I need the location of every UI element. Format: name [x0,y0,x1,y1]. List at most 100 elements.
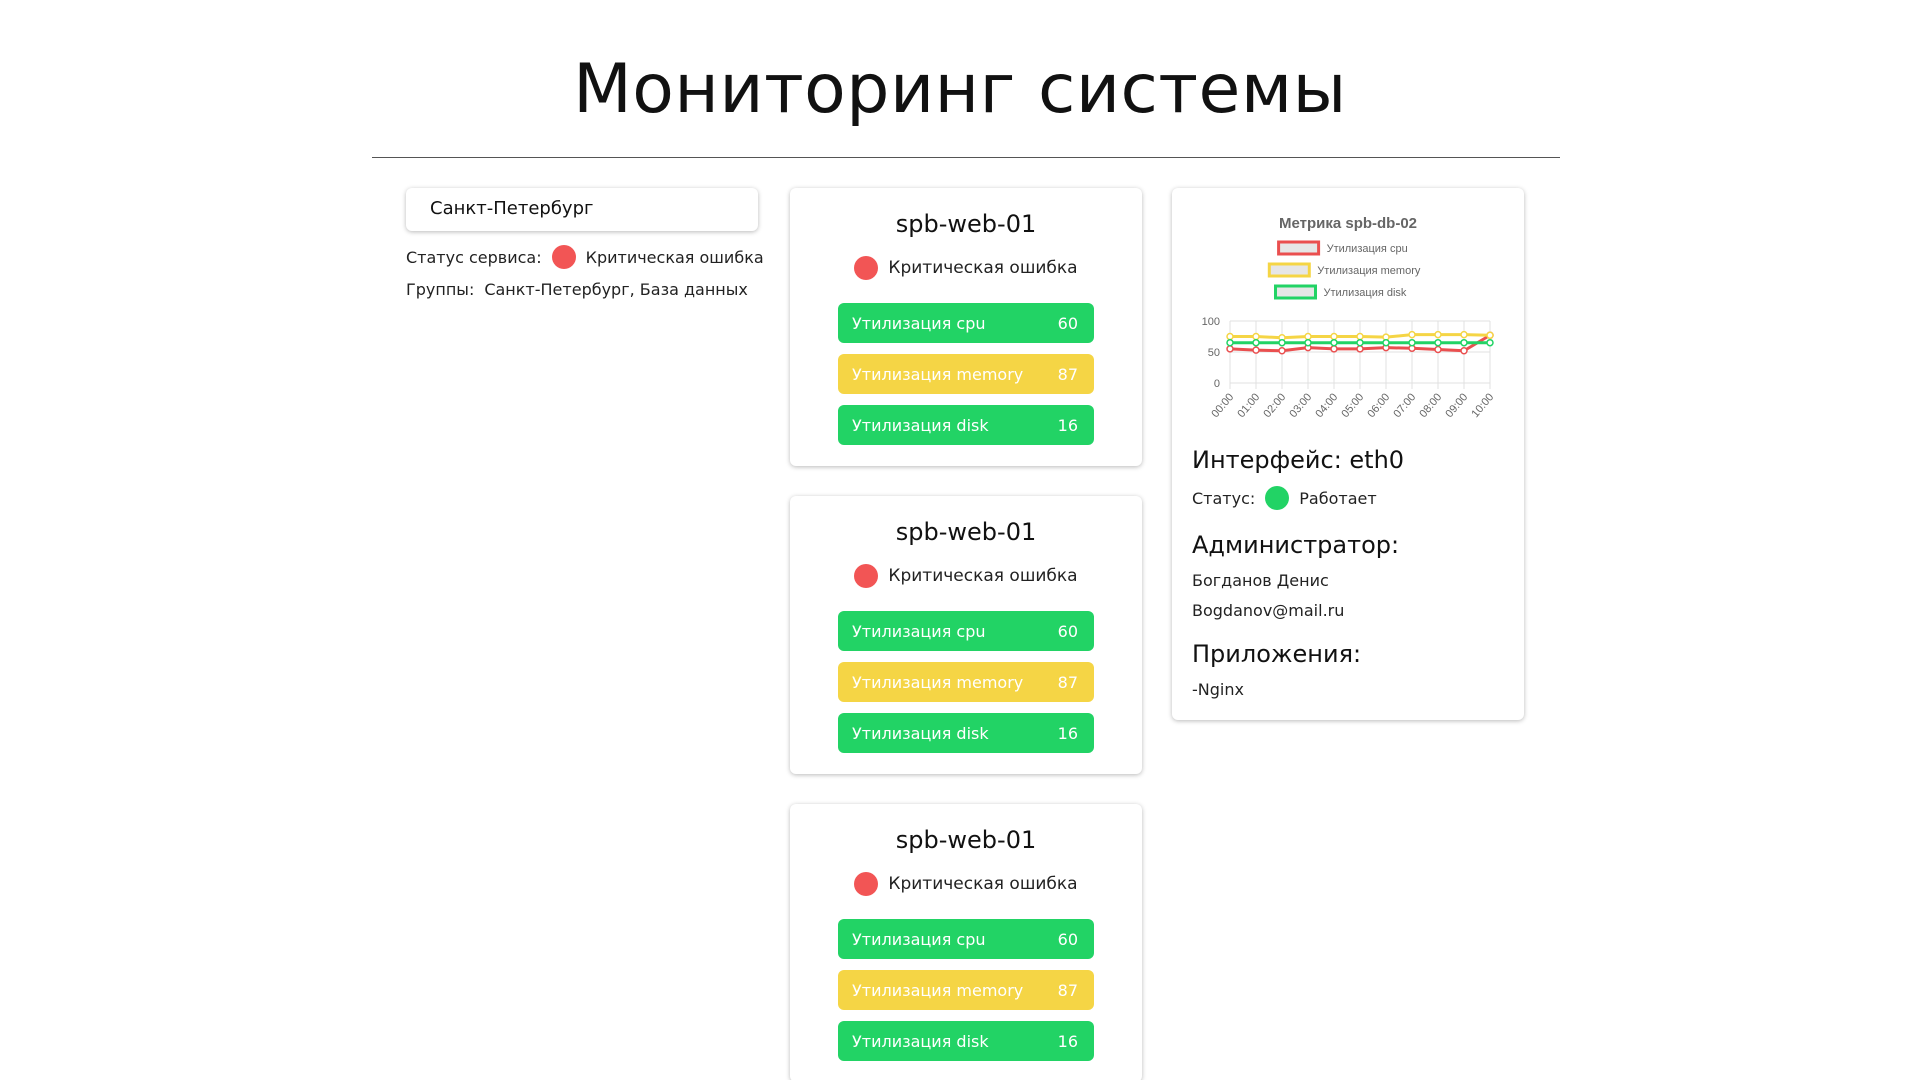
service-info: Статус сервиса: Критическая ошибка Групп… [406,244,764,308]
x-tick-label: 03:00 [1287,391,1314,420]
location-filter-input[interactable]: Санкт-Петербург [406,188,758,231]
data-point [1460,330,1468,339]
host-status-indicator [854,564,879,588]
data-point [1434,330,1442,339]
legend-swatch [1267,262,1311,278]
x-tick-label: 00:00 [1209,391,1236,420]
detail-card: Метрика spb-db-02 Утилизация cpu Утилизаци… [1172,188,1524,720]
host-status: Критическая ошибка [790,872,1142,896]
service-status-indicator [551,245,576,269]
y-tick-label: 50 [1208,347,1220,359]
data-point [1434,338,1442,347]
legend-swatch [1277,240,1321,256]
data-point [1356,332,1364,341]
metric-memory-label: Утилизация memory [852,980,1024,1000]
service-groups-row: Группы: Санкт-Петербург, База данных [406,276,764,302]
service-groups-label: Группы: [406,279,475,299]
host-name: spb-web-01 [895,210,1037,238]
interface-status-row: Статус: Работает [1192,486,1377,510]
x-tick-label: 07:00 [1391,391,1418,420]
metric-disk-label: Утилизация disk [852,1031,989,1051]
metric-disk-label: Утилизация disk [852,723,989,743]
data-point [1460,338,1468,347]
host-status-text: Критическая ошибка [888,874,1078,894]
metric-memory-label: Утилизация memory [852,364,1024,384]
data-point [1356,338,1364,347]
metric-memory-button[interactable]: Утилизация memory 87 [838,354,1094,394]
metric-memory-value: 87 [1057,672,1078,692]
metric-cpu-label: Утилизация cpu [852,621,986,641]
metric-cpu-button[interactable]: Утилизация cpu 60 [838,303,1094,343]
apps-title: Приложения: [1192,640,1362,668]
host-card[interactable]: spb-web-01 Критическая ошибка Утилизация… [790,804,1142,1080]
metric-cpu-value: 60 [1057,313,1078,333]
data-point [1382,338,1390,347]
host-status: Критическая ошибка [790,256,1142,280]
data-point [1330,332,1338,341]
data-point [1226,332,1234,341]
metric-disk-value: 16 [1057,723,1078,743]
title-divider [372,157,1560,158]
host-name: spb-web-01 [895,518,1037,546]
data-point [1330,338,1338,347]
data-point [1434,345,1442,354]
metric-cpu-button[interactable]: Утилизация cpu 60 [838,919,1094,959]
data-point [1486,338,1494,347]
legend-label: Утилизация cpu [1327,243,1408,255]
data-point [1486,331,1494,340]
metric-disk-label: Утилизация disk [852,415,989,435]
data-point [1278,338,1286,347]
location-filter-value: Санкт-Петербург [430,198,594,219]
metric-cpu-button[interactable]: Утилизация cpu 60 [838,611,1094,651]
admin-email[interactable]: Bogdanov@mail.ru [1192,601,1344,620]
data-point [1252,346,1260,354]
x-tick-label: 01:00 [1235,391,1262,420]
metric-cpu-value: 60 [1057,929,1078,949]
host-card[interactable]: spb-web-01 Критическая ошибка Утилизация… [790,496,1142,774]
data-point [1330,345,1338,353]
x-tick-label: 02:00 [1261,391,1288,420]
metric-memory-button[interactable]: Утилизация memory 87 [838,662,1094,702]
metric-disk-value: 16 [1057,1031,1078,1051]
x-tick-label: 05:00 [1339,391,1366,420]
y-tick-label: 0 [1214,378,1220,390]
data-point [1304,338,1312,347]
service-status-row: Статус сервиса: Критическая ошибка [406,244,764,270]
data-point [1226,345,1234,353]
interface-status-value: Работает [1299,488,1377,508]
data-point [1408,330,1416,339]
metric-disk-button[interactable]: Утилизация disk 16 [838,1021,1094,1061]
metric-memory-button[interactable]: Утилизация memory 87 [838,970,1094,1010]
host-status-text: Критическая ошибка [888,566,1078,586]
data-point [1408,338,1416,347]
x-tick-label: 06:00 [1365,391,1392,420]
x-tick-label: 10:00 [1469,391,1496,420]
host-card[interactable]: spb-web-01 Критическая ошибка Утилизация… [790,188,1142,466]
data-point [1356,345,1364,353]
host-status-indicator [854,872,879,896]
metric-disk-button[interactable]: Утилизация disk 16 [838,405,1094,445]
legend-label: Утилизация memory [1317,265,1421,277]
data-point [1252,338,1260,347]
metric-chart: Метрика spb-db-02 Утилизация cpu Утилизаци… [1172,188,1524,428]
data-point [1226,338,1234,347]
metric-disk-button[interactable]: Утилизация disk 16 [838,713,1094,753]
legend-swatch [1274,284,1317,300]
data-point [1304,332,1312,341]
page-title: Мониторинг системы [573,50,1347,129]
data-point [1278,347,1286,355]
metric-cpu-label: Утилизация cpu [852,929,986,949]
metric-chart-svg: Метрика spb-db-02 Утилизация cpu Утилизаци… [1202,215,1497,420]
interface-title: Интерфейс: eth0 [1192,446,1405,474]
data-point [1252,332,1260,341]
app-item: -Nginx [1192,680,1244,699]
legend-label: Утилизация disk [1324,287,1407,299]
metric-memory-value: 87 [1057,364,1078,384]
admin-title: Администратор: [1192,531,1400,559]
x-tick-label: 08:00 [1417,391,1444,420]
host-status-indicator [854,256,879,280]
service-status-value: Критическая ошибка [585,247,764,267]
data-point [1460,347,1468,355]
host-name: spb-web-01 [895,826,1037,854]
interface-status-indicator [1265,486,1290,510]
